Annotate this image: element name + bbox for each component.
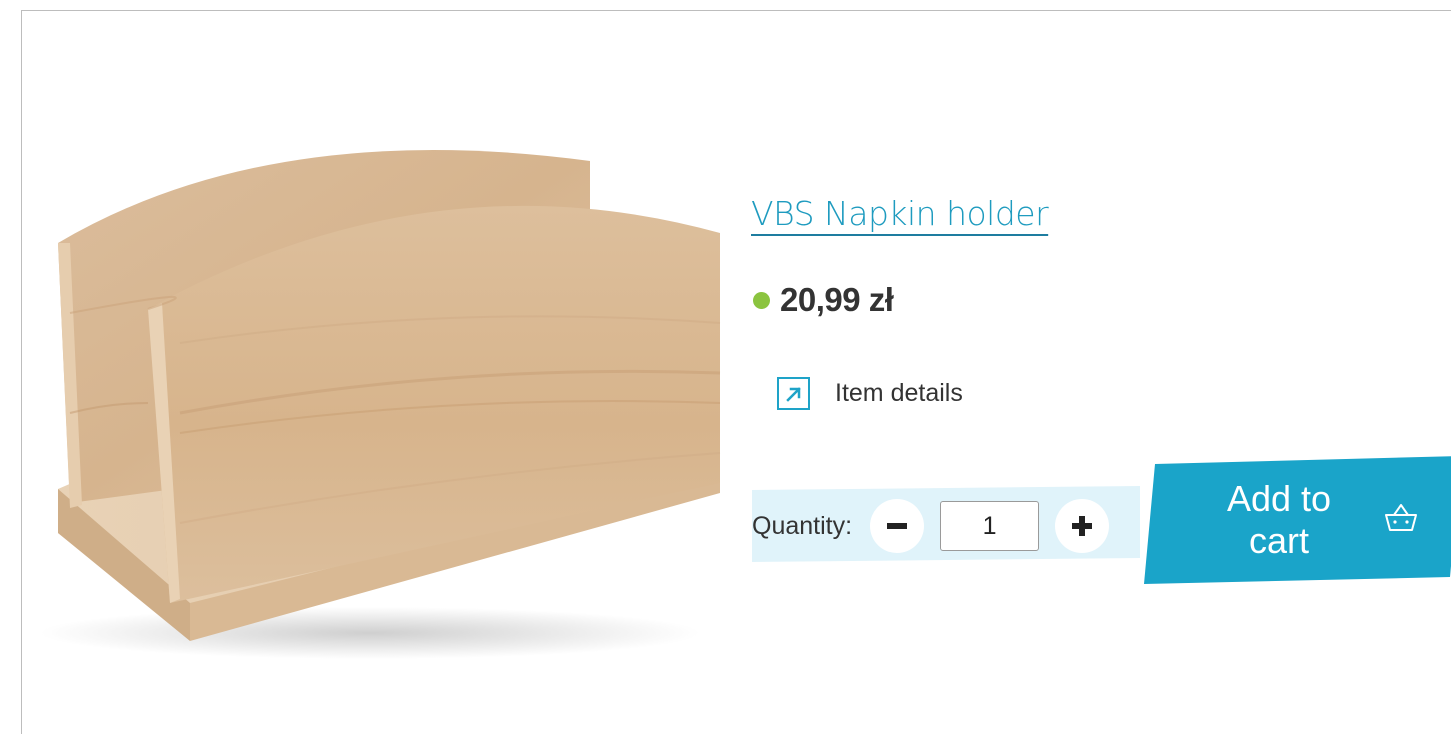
- plus-icon: [1072, 516, 1093, 536]
- add-to-cart-button[interactable]: Add to cart: [1144, 456, 1451, 584]
- quantity-label: Quantity:: [752, 511, 853, 540]
- minus-icon: [887, 523, 908, 529]
- quantity-input[interactable]: [940, 501, 1040, 551]
- product-image[interactable]: [30, 113, 750, 673]
- item-details-label: Item details: [835, 379, 963, 407]
- external-link-icon: [777, 377, 810, 410]
- product-title-link[interactable]: VBS Napkin holder: [751, 194, 1049, 233]
- increase-quantity-button[interactable]: [1055, 499, 1110, 553]
- decrease-quantity-button[interactable]: [870, 499, 925, 553]
- price-row: 20,99 zł: [753, 281, 894, 319]
- product-card: VBS Napkin holder 20,99 zł Item details …: [21, 10, 1451, 734]
- quantity-row: Quantity:: [752, 491, 1110, 561]
- product-price: 20,99 zł: [780, 281, 894, 318]
- item-details-link[interactable]: Item details: [777, 377, 963, 410]
- in-stock-indicator: [753, 291, 770, 309]
- add-to-cart-label: Add to cart: [1226, 478, 1332, 561]
- basket-icon: [1385, 504, 1417, 531]
